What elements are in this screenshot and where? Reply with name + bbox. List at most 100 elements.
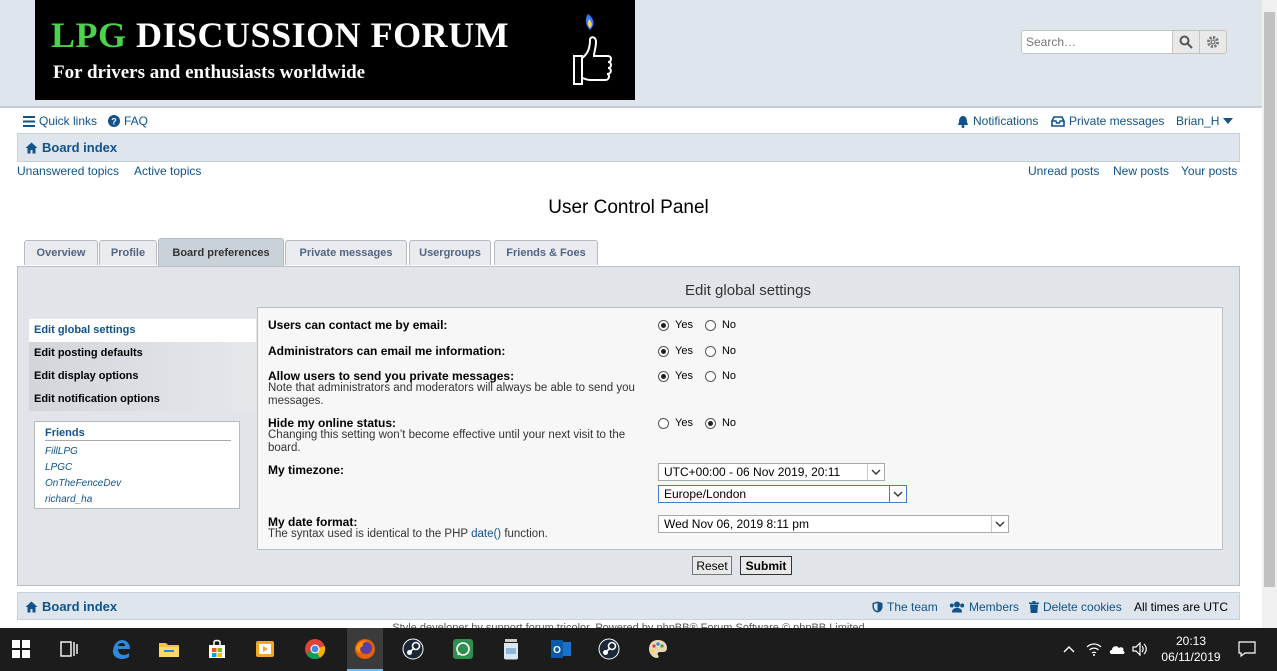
email-no-radio[interactable] <box>704 319 716 331</box>
timezone-select[interactable]: Europe/London <box>658 485 907 503</box>
date-format-select[interactable]: Wed Nov 06, 2019 8:11 pm <box>658 515 1009 533</box>
thumbs-up-icon <box>573 14 612 85</box>
user-menu[interactable]: Brian_H <box>1176 114 1234 128</box>
clock-date: 06/11/2019 <box>1161 650 1221 664</box>
footer-board-index-link[interactable]: Board index <box>25 599 117 614</box>
site-logo[interactable]: LPG DISCUSSION FORUM For drivers and ent… <box>35 0 635 100</box>
search-icon <box>1179 35 1193 49</box>
allow-pm-radios: Yes No <box>658 370 736 382</box>
friends-box: Friends FillLPG LPGC OnTheFenceDev richa… <box>34 421 240 509</box>
scrollbar-thumb[interactable] <box>1264 12 1275 587</box>
chevron-down-icon <box>889 485 907 503</box>
delete-cookies-label: Delete cookies <box>1043 600 1122 614</box>
members-label: Members <box>969 600 1020 614</box>
tab-usergroups[interactable]: Usergroups <box>409 240 491 265</box>
wifi-icon[interactable] <box>1084 636 1104 662</box>
notifications-link[interactable]: Notifications <box>957 114 1038 128</box>
allow-pm-no-radio[interactable] <box>704 370 716 382</box>
admin-email-no-radio[interactable] <box>704 345 716 357</box>
breadcrumb: Board index <box>17 133 1240 162</box>
caret-down-icon <box>1223 118 1234 124</box>
delete-cookies-link[interactable]: Delete cookies <box>1029 600 1122 614</box>
hide-online-yes-radio[interactable] <box>658 417 669 429</box>
friend-link[interactable]: FillLPG <box>45 446 78 457</box>
panel-title: Edit global settings <box>685 282 811 299</box>
home-icon <box>25 601 38 612</box>
menu-edit-notification-options[interactable]: Edit notification options <box>29 388 256 411</box>
friends-header: Friends <box>45 427 231 441</box>
board-index-link[interactable]: Board index <box>25 140 117 155</box>
outlook-icon[interactable]: O <box>548 636 574 662</box>
chevron-up-icon[interactable] <box>1060 636 1078 662</box>
store-icon[interactable] <box>204 636 230 662</box>
private-messages-link[interactable]: Private messages <box>1051 114 1164 128</box>
page-scrollbar[interactable] <box>1262 0 1277 628</box>
unanswered-topics-link[interactable]: Unanswered topics <box>17 164 119 178</box>
inbox-icon <box>1051 115 1065 127</box>
svg-text:O: O <box>553 645 561 656</box>
task-view-icon[interactable] <box>56 636 82 662</box>
members-link[interactable]: Members <box>949 600 1019 614</box>
your-posts-link[interactable]: Your posts <box>1181 164 1237 178</box>
php-date-link[interactable]: date() <box>471 528 501 540</box>
speaker-icon[interactable] <box>1130 636 1150 662</box>
active-topics-link[interactable]: Active topics <box>134 164 201 178</box>
trash-icon <box>1029 601 1039 613</box>
tab-board-preferences[interactable]: Board preferences <box>158 238 284 266</box>
menu-edit-posting-defaults[interactable]: Edit posting defaults <box>29 342 256 365</box>
tab-overview[interactable]: Overview <box>24 240 98 265</box>
timezone-value: Europe/London <box>664 487 747 501</box>
date-format-label: My date format: <box>268 515 358 529</box>
yes-label: Yes <box>675 319 693 331</box>
reset-button[interactable]: Reset <box>692 556 732 575</box>
board-index-label: Board index <box>42 140 118 155</box>
chrome-icon[interactable] <box>302 636 328 662</box>
tab-friends-foes[interactable]: Friends & Foes <box>494 240 598 265</box>
hide-online-explain: Changing this setting won’t become effec… <box>268 429 626 454</box>
quick-links-label: Quick links <box>39 114 98 128</box>
search-box <box>1021 30 1229 54</box>
media-player-icon[interactable] <box>252 636 278 662</box>
timezone-note: All times are UTC <box>1134 600 1229 614</box>
allow-pm-yes-radio[interactable] <box>658 370 669 382</box>
paint-palette-icon[interactable] <box>645 636 671 662</box>
chevron-down-icon <box>991 516 1008 532</box>
menu-edit-display-options[interactable]: Edit display options <box>29 365 256 388</box>
shield-icon <box>872 601 883 613</box>
windows-start-icon[interactable] <box>8 636 34 662</box>
menu-edit-global-settings[interactable]: Edit global settings <box>29 319 256 342</box>
action-center-icon[interactable] <box>1234 636 1260 662</box>
taskbar-clock[interactable]: 20:13 06/11/2019 <box>1155 633 1227 665</box>
file-explorer-icon[interactable] <box>156 636 182 662</box>
timezone-date-select[interactable]: UTC+00:00 - 06 Nov 2019, 20:11 <box>658 463 885 481</box>
email-yes-radio[interactable] <box>658 319 669 331</box>
cloud-icon[interactable] <box>1106 636 1128 662</box>
username: Brian_H <box>1176 114 1220 128</box>
steam-icon[interactable] <box>400 636 426 662</box>
submit-button[interactable]: Submit <box>740 556 792 575</box>
new-posts-link[interactable]: New posts <box>1113 164 1169 178</box>
search-input[interactable] <box>1021 30 1173 54</box>
date-format-explain: The syntax used is identical to the PHP … <box>268 528 548 540</box>
faq-link[interactable]: ? FAQ <box>108 114 148 128</box>
friend-link[interactable]: OnTheFenceDev <box>45 478 121 489</box>
admin-email-yes-radio[interactable] <box>658 345 669 357</box>
edge-browser-icon[interactable] <box>108 636 134 662</box>
no-label: No <box>721 370 737 382</box>
search-button[interactable] <box>1172 30 1200 54</box>
advanced-search-button[interactable] <box>1199 30 1227 54</box>
friend-link[interactable]: richard_ha <box>45 494 92 505</box>
footer-bar: Board index The team Members Delete cook… <box>17 592 1240 620</box>
no-label: No <box>721 319 737 331</box>
quick-links-menu[interactable]: Quick links <box>23 114 97 128</box>
firefox-icon[interactable] <box>347 628 383 671</box>
hide-online-no-radio[interactable] <box>704 417 716 429</box>
unread-posts-link[interactable]: Unread posts <box>1028 164 1099 178</box>
tab-profile[interactable]: Profile <box>99 240 157 265</box>
the-team-link[interactable]: The team <box>872 600 938 614</box>
friend-link[interactable]: LPGC <box>45 462 72 473</box>
whatsapp-icon[interactable] <box>450 636 476 662</box>
jar-app-icon[interactable] <box>498 636 524 662</box>
steam-icon-2[interactable] <box>596 636 622 662</box>
tab-private-messages[interactable]: Private messages <box>285 240 407 265</box>
